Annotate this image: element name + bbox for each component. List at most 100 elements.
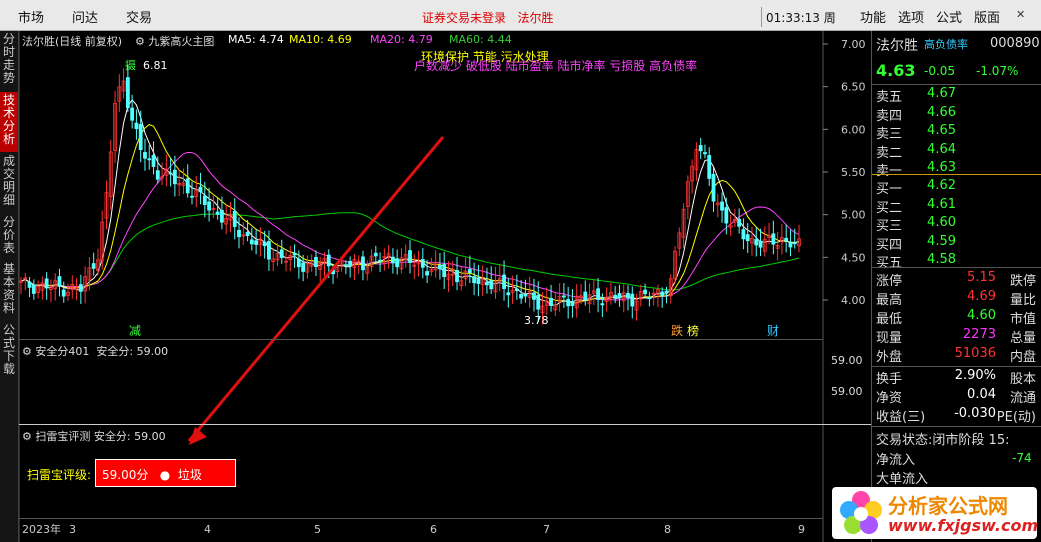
xaxis-divider [19, 518, 823, 519]
menu-formula[interactable]: 公式 [936, 7, 962, 26]
quote-row-label: 收益(三) [876, 410, 926, 425]
candle-body [771, 233, 776, 245]
safety-axis-top: 59.00 [831, 354, 863, 367]
quote-row-value: 4.60 [967, 308, 996, 323]
quote-row-value: 4.69 [967, 289, 996, 304]
candle-body [758, 240, 763, 248]
x-tick-label: 8 [664, 523, 671, 536]
quote-row-label: 净资 [876, 391, 903, 406]
candle-body [703, 152, 707, 155]
price-tick-label: 6.50 [841, 81, 866, 94]
tab-technical[interactable]: 技术分析 [0, 92, 18, 152]
candle-body [168, 172, 173, 175]
tab-trade-details[interactable]: 成交明细 [0, 153, 18, 213]
tab-price-table[interactable]: 分价表 [0, 214, 18, 260]
quote-panel: 法尔胜 高负债率 000890 4.63 -0.05 -1.07% 卖五 4.67… [871, 31, 1041, 542]
quote-row-value: 4.63 [927, 160, 956, 175]
menu-market[interactable]: 市场 [18, 7, 44, 26]
candle-body [455, 270, 459, 283]
candle-body [292, 252, 297, 256]
tab-formula-download[interactable]: 公式下载 [0, 322, 18, 382]
event-marker: 减 [129, 324, 141, 338]
candle-body [138, 123, 143, 151]
candle-body [215, 211, 220, 215]
candle-body [125, 77, 130, 108]
rating-text: 垃圾 [177, 468, 202, 482]
quote-row: 买五 4.58 [876, 252, 1036, 271]
quote-row-value: 4.61 [927, 196, 956, 212]
logo-url: www.fxjgsw.com [888, 516, 1039, 535]
quote-row: 涨停 5.15 跌停 [876, 270, 1036, 289]
candle-body [279, 249, 284, 259]
candle-body [155, 170, 160, 180]
candle-body [549, 298, 553, 306]
candle-body [207, 201, 211, 211]
quote-row-value: 51036 [954, 346, 996, 361]
quote-row: 最低 4.60 市值 [876, 308, 1036, 327]
quote-row-value: 5.15 [967, 270, 996, 285]
candle-body [745, 234, 750, 242]
price-change: -0.05 [924, 64, 956, 78]
rating-label: 扫雷宝评级: [27, 468, 92, 482]
candle-body [630, 293, 635, 307]
candle-body [472, 276, 477, 284]
candle-body [348, 260, 353, 267]
top-stock-name: 法尔胜 [517, 11, 554, 25]
candle-body [147, 158, 152, 161]
candle-body [420, 259, 425, 268]
menu-trade[interactable]: 交易 [126, 7, 152, 26]
candle-body [151, 155, 156, 167]
tab-intraday[interactable]: 分时走势 [0, 31, 18, 91]
safety-gear-icon[interactable]: ⚙ [22, 345, 32, 358]
quote-row-right-label: 股本 [1009, 372, 1036, 387]
stock-name: 法尔胜 [876, 38, 918, 54]
menu-layout[interactable]: 版面 [974, 7, 1000, 26]
close-icon[interactable]: ✕ [1016, 8, 1025, 21]
candle-body [232, 210, 237, 227]
candle-body [536, 294, 541, 310]
x-tick-label: 3 [69, 523, 76, 536]
candle-body [792, 242, 797, 245]
x-axis: 2023年 3 4 5 6 7 8 9 [22, 522, 805, 536]
quote-row-right-label: 跌停 [1009, 274, 1036, 289]
quote-row-value: -0.030 [954, 406, 996, 421]
quote-row-label: 买一 [876, 182, 903, 197]
login-notice[interactable]: 证券交易未登录 法尔胜 [422, 9, 553, 26]
safety-panel-title: ⚙ 安全分401 安全分: 59.00 [22, 345, 169, 358]
chart-area[interactable]: 法尔胜(日线 前复权) ⚙ 九紫高火主图 MA5: 4.74 MA10: 4.6… [19, 31, 871, 542]
menu-options[interactable]: 选项 [898, 7, 924, 26]
quote-row: 外盘 51036 内盘 [876, 346, 1036, 365]
candle-body [425, 271, 429, 276]
clock: 01:33:13 周一 [761, 7, 845, 42]
candle-body [617, 293, 622, 299]
candle-body [44, 278, 49, 289]
candle-body [27, 281, 32, 288]
trade-status: 交易状态:闭市阶段 15: [876, 433, 1010, 448]
x-tick-label: 5 [314, 523, 321, 536]
candle-body [467, 269, 472, 273]
rating-box: 59.00分 ● 垃圾 [95, 459, 236, 487]
ma5-line [20, 98, 800, 306]
menu-function[interactable]: 功能 [860, 7, 886, 26]
saolei-gear-icon[interactable]: ⚙ [22, 430, 32, 443]
candle-body [707, 155, 712, 179]
candle-body [596, 288, 600, 300]
quote-row: 卖四 4.66 [876, 105, 1036, 124]
quote-row-value: 4.65 [927, 123, 956, 138]
logo-text: 分析家公式网 [888, 494, 1008, 518]
quote-row-value: 2273 [962, 327, 996, 342]
tab-basic-info[interactable]: 基本资料 [0, 261, 18, 321]
candle-body [519, 293, 524, 299]
menu-wenda[interactable]: 问达 [72, 7, 98, 26]
x-tick-label: 9 [798, 523, 805, 536]
quote-row: 买一 4.62 [876, 178, 1036, 197]
event-marker: 榜 [687, 323, 699, 338]
quote-row-label: 卖二 [876, 145, 903, 161]
candle-body [754, 238, 759, 246]
candle-body [134, 122, 139, 130]
quote-row: 收益(三) -0.030 PE(动) [876, 406, 1036, 425]
candle-body [31, 284, 36, 294]
quote-row: 净资 0.04 流通 [876, 387, 1036, 406]
candle-body [143, 152, 147, 159]
x-tick-label: 7 [543, 523, 550, 536]
